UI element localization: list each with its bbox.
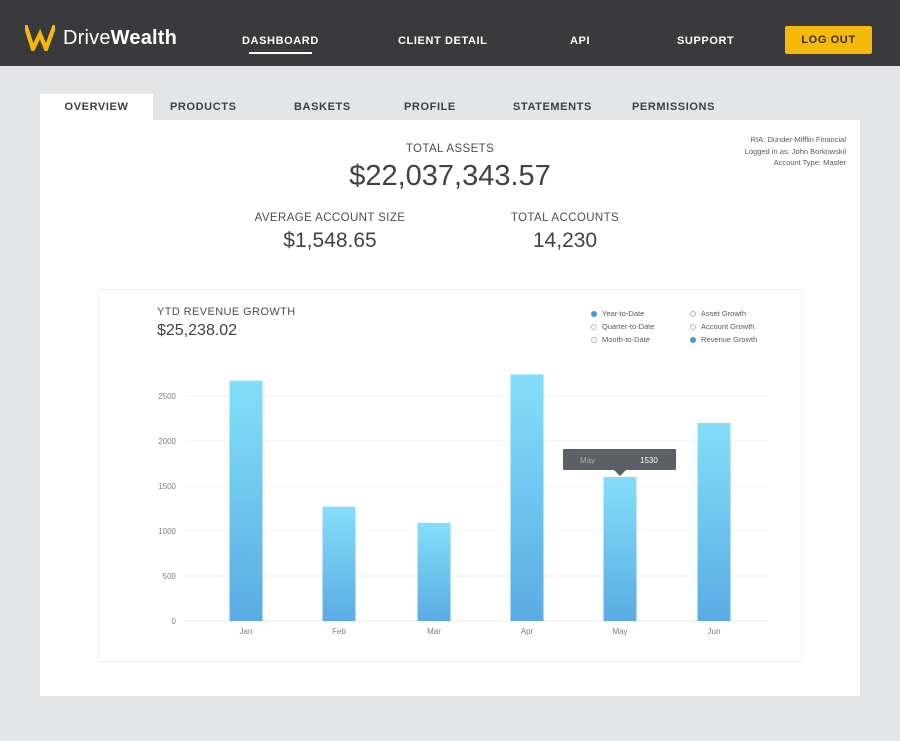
x-tick-label: Mar	[427, 627, 441, 636]
x-tick-label: Feb	[332, 627, 346, 636]
y-tick-label: 500	[163, 572, 177, 581]
x-tick-label: Apr	[521, 627, 534, 636]
x-tick-label: Jun	[708, 627, 721, 636]
y-tick-label: 2500	[158, 392, 176, 401]
y-tick-label: 1500	[158, 482, 176, 491]
bar-mar[interactable]	[417, 522, 451, 621]
y-tick-label: 0	[172, 617, 177, 626]
bar-jan[interactable]	[229, 380, 263, 621]
chart-tooltip: May 1530	[563, 449, 676, 476]
bar-jun[interactable]	[697, 423, 731, 621]
bar-may[interactable]	[603, 477, 637, 621]
bar-feb[interactable]	[322, 506, 356, 621]
tooltip-label: May	[580, 456, 595, 465]
tooltip-pointer	[614, 470, 626, 476]
x-tick-label: May	[612, 627, 627, 636]
revenue-bar-chart: 05001000150020002500 Jan Feb Mar Apr May Jun …	[158, 374, 768, 636]
y-tick-label: 1000	[158, 527, 176, 536]
y-tick-label: 2000	[158, 437, 176, 446]
bar-apr[interactable]	[510, 374, 544, 621]
tooltip-value: 1530	[640, 456, 658, 465]
x-tick-label: Jan	[240, 627, 253, 636]
